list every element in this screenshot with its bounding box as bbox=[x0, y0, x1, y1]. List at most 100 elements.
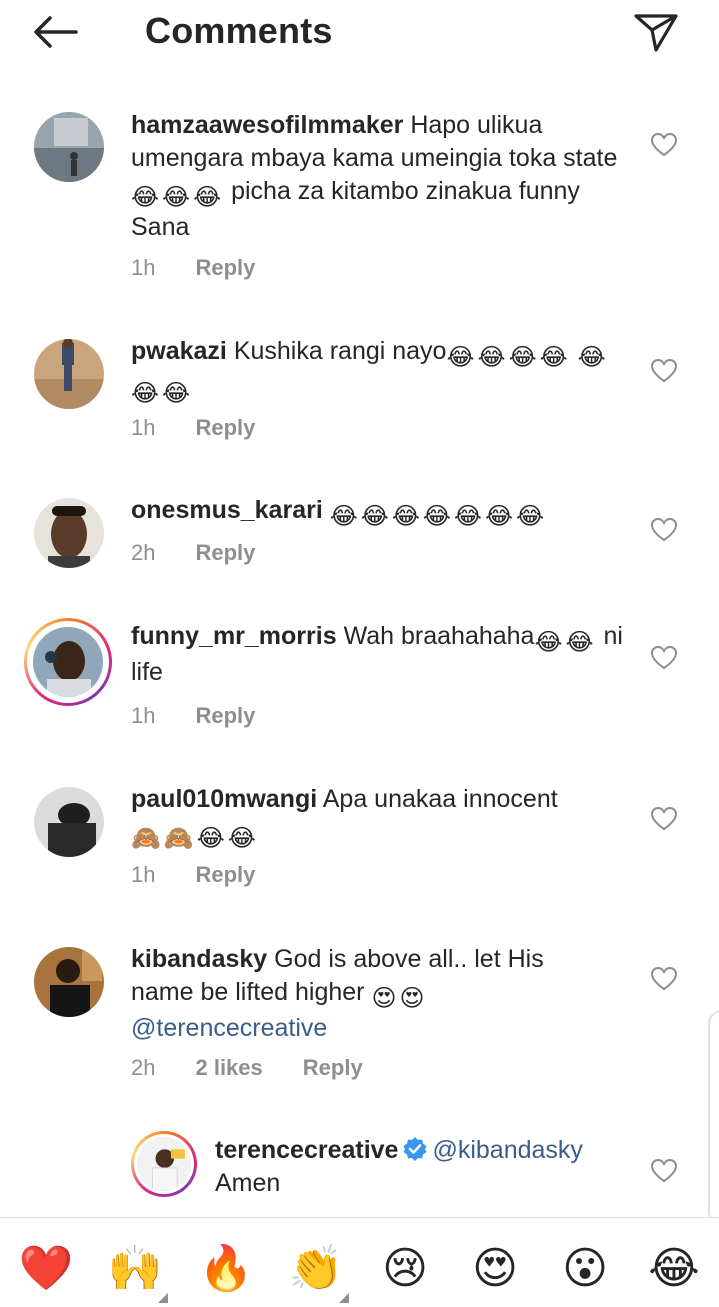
timestamp: 1h bbox=[131, 255, 156, 280]
reaction-heart-eyes[interactable]: 😍 bbox=[467, 1241, 523, 1297]
emoji: 😂 bbox=[193, 184, 222, 211]
comment-text: paul010mwangi Apa unakaa innocent 🙈 🙈 😂 😂 bbox=[131, 785, 558, 852]
like-button[interactable] bbox=[650, 645, 678, 670]
comment-username[interactable]: pwakazi bbox=[131, 337, 227, 365]
emoji: 😂 bbox=[227, 825, 256, 852]
heart-outline-icon bbox=[650, 517, 678, 542]
skin-tone-indicator bbox=[158, 1293, 168, 1303]
comment-meta: 2h Reply bbox=[131, 540, 295, 566]
timestamp: 1h bbox=[131, 862, 156, 887]
avatar[interactable] bbox=[34, 947, 104, 1017]
comment-username[interactable]: onesmus_karari bbox=[131, 496, 323, 524]
heart-outline-icon bbox=[650, 132, 678, 157]
emoji: 😂 bbox=[446, 344, 475, 371]
like-button[interactable] bbox=[650, 966, 678, 991]
scroll-handle[interactable] bbox=[708, 1010, 719, 1226]
emoji: 😂 bbox=[131, 380, 160, 407]
avatar[interactable] bbox=[34, 498, 104, 568]
emoji: 😂 bbox=[508, 344, 537, 371]
comment-username[interactable]: terencecreative bbox=[215, 1136, 398, 1164]
emoji: 😂 bbox=[539, 344, 568, 371]
emoji: 😂 bbox=[422, 503, 451, 530]
back-button[interactable] bbox=[28, 12, 84, 52]
comment-text: onesmus_karari 😂 😂 😂 😂 😂 😂 😂 bbox=[131, 494, 631, 530]
timestamp: 2h bbox=[131, 1055, 156, 1080]
reaction-heart[interactable]: ❤️ bbox=[18, 1241, 74, 1297]
story-ring[interactable] bbox=[131, 1131, 197, 1197]
page-title: Comments bbox=[145, 10, 333, 51]
avatar[interactable] bbox=[34, 339, 104, 409]
share-button[interactable] bbox=[632, 10, 680, 54]
emoji: 😂 bbox=[329, 503, 358, 530]
comment-username[interactable]: funny_mr_morris bbox=[131, 622, 337, 650]
reply-button[interactable]: Reply bbox=[195, 703, 255, 728]
comment-meta: 1h Reply bbox=[131, 415, 295, 441]
like-button[interactable] bbox=[650, 358, 678, 383]
header-bar: Comments bbox=[0, 0, 719, 64]
comment-username[interactable]: kibandasky bbox=[131, 945, 267, 973]
emoji: 🙈 bbox=[163, 825, 194, 852]
emoji: 😂 bbox=[196, 825, 225, 852]
reply-button[interactable]: Reply bbox=[195, 862, 255, 887]
emoji: 🙈 bbox=[131, 825, 161, 852]
reply-button[interactable]: Reply bbox=[195, 255, 255, 280]
comment-text: terencecreative @kibandasky Amen bbox=[215, 1136, 583, 1197]
emoji: 😂 bbox=[516, 503, 545, 530]
emoji: 😂 bbox=[453, 503, 482, 530]
comment-meta: 1h Reply bbox=[131, 862, 295, 888]
emoji: 😂 bbox=[477, 344, 506, 371]
reaction-clapping-hands[interactable]: 👏 bbox=[288, 1241, 344, 1297]
emoji: 😍 bbox=[399, 985, 425, 1012]
like-button[interactable] bbox=[650, 517, 678, 542]
like-button[interactable] bbox=[650, 132, 678, 157]
emoji: 😂 bbox=[565, 629, 594, 656]
timestamp: 1h bbox=[131, 703, 156, 728]
avatar[interactable] bbox=[33, 627, 103, 697]
emoji: 😂 bbox=[577, 344, 606, 371]
reaction-fire[interactable]: 🔥 bbox=[198, 1241, 254, 1297]
comment-text: pwakazi Kushika rangi nayo😂 😂 😂 😂 😂😂 😂 bbox=[131, 337, 606, 407]
emoji: 😍 bbox=[371, 985, 397, 1012]
reaction-surprised[interactable]: 😮 bbox=[557, 1241, 613, 1297]
mention-link[interactable]: @terencecreative bbox=[131, 1014, 327, 1042]
heart-outline-icon bbox=[650, 806, 678, 831]
comment-text: kibandasky God is above all.. let His na… bbox=[131, 945, 544, 1042]
like-button[interactable] bbox=[650, 1158, 678, 1183]
emoji: 😂 bbox=[162, 184, 191, 211]
comment-meta: 1h Reply bbox=[131, 703, 295, 729]
emoji: 😂 bbox=[162, 380, 191, 407]
arrow-left-icon bbox=[34, 16, 78, 48]
comment-username[interactable]: hamzaawesofilmmaker bbox=[131, 111, 403, 139]
emoji: 😂 bbox=[484, 503, 514, 530]
timestamp: 2h bbox=[131, 540, 156, 565]
emoji: 😂 bbox=[131, 184, 160, 211]
comment-meta: 1h Reply bbox=[131, 255, 295, 281]
heart-outline-icon bbox=[650, 966, 678, 991]
timestamp: 1h bbox=[131, 415, 156, 440]
skin-tone-indicator bbox=[339, 1293, 349, 1303]
heart-outline-icon bbox=[650, 358, 678, 383]
verified-badge-icon bbox=[402, 1136, 428, 1162]
comment-username[interactable]: paul010mwangi bbox=[131, 785, 317, 813]
avatar[interactable] bbox=[137, 1137, 191, 1191]
heart-outline-icon bbox=[650, 645, 678, 670]
heart-outline-icon bbox=[650, 1158, 678, 1183]
comment-meta: 2h 2 likes Reply bbox=[131, 1055, 403, 1081]
reply-button[interactable]: Reply bbox=[195, 415, 255, 440]
reaction-laughing[interactable]: 😂 bbox=[646, 1241, 702, 1297]
emoji: 😂 bbox=[360, 503, 389, 530]
avatar[interactable] bbox=[34, 112, 104, 182]
mention-link[interactable]: @kibandasky bbox=[432, 1136, 582, 1164]
comment-text: funny_mr_morris Wah braahahaha😂 😂 ni life bbox=[131, 622, 623, 686]
avatar[interactable] bbox=[34, 787, 104, 857]
reaction-crying[interactable]: 😢 bbox=[377, 1241, 433, 1297]
story-ring[interactable] bbox=[24, 618, 112, 706]
likes-count[interactable]: 2 likes bbox=[195, 1055, 262, 1080]
like-button[interactable] bbox=[650, 806, 678, 831]
reaction-raised-hands[interactable]: 🙌 bbox=[107, 1241, 163, 1297]
emoji: 😂 bbox=[534, 629, 563, 656]
quick-reaction-bar: ❤️ 🙌 🔥 👏 😢 😍 😮 😂 bbox=[0, 1217, 719, 1307]
paper-plane-icon bbox=[634, 14, 678, 52]
reply-button[interactable]: Reply bbox=[195, 540, 255, 565]
reply-button[interactable]: Reply bbox=[303, 1055, 363, 1080]
